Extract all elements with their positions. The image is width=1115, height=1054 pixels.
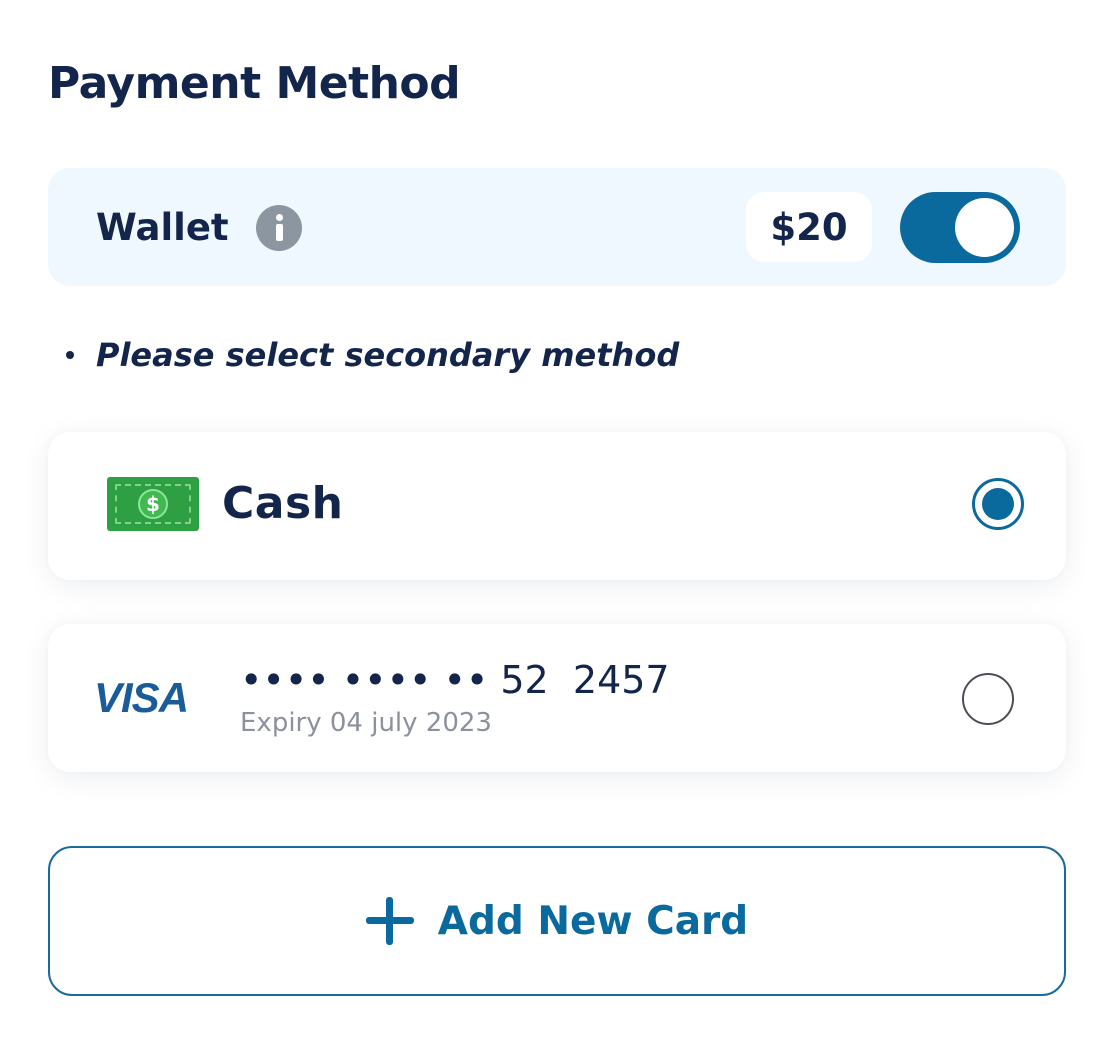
cash-option[interactable]: $ Cash [48,432,1066,580]
card-number: •••• •••• •• 52 2457 [240,658,670,702]
toggle-knob [955,198,1014,257]
radio-fill [982,488,1014,520]
bullet-dot [66,351,74,359]
visa-card-option[interactable]: VISA •••• •••• •• 52 2457 Expiry 04 july… [48,624,1066,772]
info-icon-dot [276,214,283,221]
visa-radio[interactable] [962,673,1014,725]
info-icon[interactable] [256,205,302,251]
add-new-card-button[interactable]: Add New Card [48,846,1066,996]
page-title: Payment Method [48,58,461,109]
wallet-toggle[interactable] [900,192,1020,263]
info-icon-stem [276,224,283,241]
add-new-card-label: Add New Card [437,898,749,944]
dollar-coin-icon: $ [138,489,168,519]
hint-text: Please select secondary method [96,336,680,374]
plus-icon-vertical [385,897,393,945]
wallet-label: Wallet [96,206,229,249]
wallet-balance: $20 [746,192,872,262]
cash-bill-icon: $ [107,477,199,531]
wallet-panel: Wallet $20 [48,168,1066,286]
secondary-method-hint: Please select secondary method [66,336,679,374]
card-expiry: Expiry 04 july 2023 [240,708,492,738]
visa-logo-icon: VISA [94,674,189,721]
cash-label: Cash [222,478,344,529]
cash-radio[interactable] [972,478,1024,530]
plus-icon [365,897,414,945]
payment-method-screen: Payment Method Wallet $20 Please select … [0,0,1115,1054]
